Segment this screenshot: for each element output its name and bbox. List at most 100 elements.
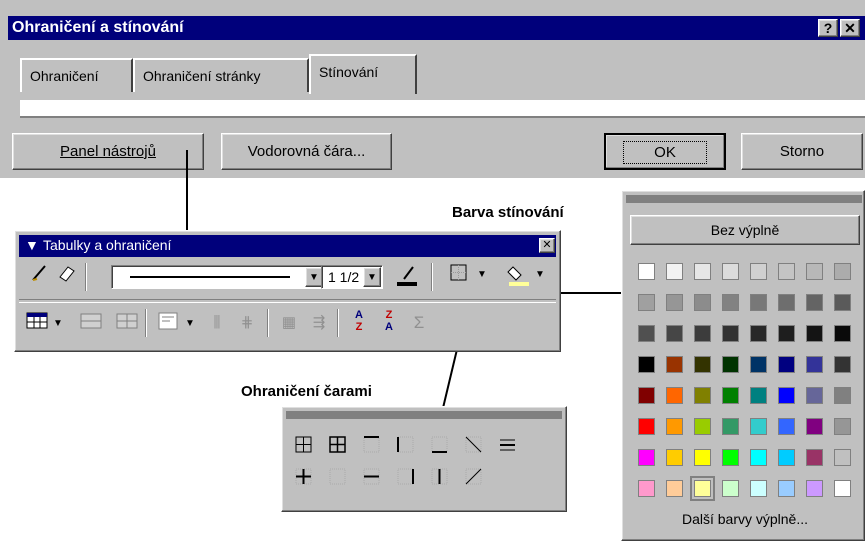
color-swatch[interactable] — [722, 263, 739, 280]
color-swatch[interactable] — [750, 325, 767, 342]
color-swatch[interactable] — [834, 387, 851, 404]
color-swatch[interactable] — [834, 356, 851, 373]
eraser-icon[interactable] — [55, 263, 79, 287]
horizontal-line-icon[interactable] — [498, 435, 518, 455]
no-fill-button[interactable]: Bez výplně — [630, 215, 860, 245]
color-swatch[interactable] — [694, 449, 711, 466]
inside-horizontal-icon[interactable] — [294, 467, 314, 487]
color-swatch[interactable] — [638, 294, 655, 311]
color-swatch[interactable] — [778, 325, 795, 342]
inside-border-icon[interactable] — [294, 435, 314, 455]
color-swatch[interactable] — [806, 449, 823, 466]
color-swatch[interactable] — [694, 325, 711, 342]
left-border-icon[interactable] — [396, 435, 416, 455]
color-swatch[interactable] — [638, 449, 655, 466]
palette-drag-handle[interactable] — [626, 195, 862, 203]
pencil-icon[interactable] — [27, 263, 51, 287]
chevron-down-icon[interactable]: ▼ — [535, 269, 545, 280]
color-swatch[interactable] — [638, 263, 655, 280]
distribute-columns-icon[interactable]: ⋕ — [235, 311, 259, 335]
color-swatch[interactable] — [722, 356, 739, 373]
color-swatch[interactable] — [638, 480, 655, 497]
autosum-icon[interactable]: Σ — [407, 311, 431, 335]
more-colors-button[interactable]: Další barvy výplně... — [630, 511, 860, 527]
color-swatch[interactable] — [750, 418, 767, 435]
insert-table-icon[interactable] — [25, 311, 49, 335]
chevron-down-icon[interactable]: ▼ — [477, 269, 487, 280]
color-swatch[interactable] — [834, 449, 851, 466]
color-swatch[interactable] — [666, 263, 683, 280]
sort-ascending-icon[interactable]: AZ — [347, 309, 371, 333]
color-swatch[interactable] — [806, 263, 823, 280]
color-swatch[interactable] — [694, 294, 711, 311]
color-swatch[interactable] — [722, 294, 739, 311]
color-swatch[interactable] — [666, 356, 683, 373]
distribute-rows-icon[interactable]: ⫼ — [205, 311, 229, 335]
inside-vertical-icon[interactable] — [328, 467, 348, 487]
color-swatch[interactable] — [834, 325, 851, 342]
color-swatch[interactable] — [690, 476, 715, 501]
color-swatch[interactable] — [722, 418, 739, 435]
color-swatch[interactable] — [750, 449, 767, 466]
color-swatch[interactable] — [778, 449, 795, 466]
color-swatch[interactable] — [666, 418, 683, 435]
color-swatch[interactable] — [638, 356, 655, 373]
toolbar-close-button[interactable]: ✕ — [539, 238, 555, 253]
color-swatch[interactable] — [694, 356, 711, 373]
palette-drag-handle[interactable] — [286, 411, 562, 419]
color-swatch[interactable] — [750, 387, 767, 404]
color-swatch[interactable] — [778, 480, 795, 497]
text-direction-icon[interactable]: ⇶ — [307, 311, 331, 335]
toolbar-menu-icon[interactable]: ▼ — [25, 237, 39, 253]
line-style-dropdown[interactable]: ▼ — [111, 265, 325, 289]
color-swatch[interactable] — [666, 325, 683, 342]
right-border-icon[interactable] — [396, 467, 416, 487]
diagonal-down-icon[interactable] — [464, 435, 484, 455]
color-swatch[interactable] — [834, 294, 851, 311]
color-swatch[interactable] — [806, 480, 823, 497]
outside-bottom-icon[interactable] — [362, 467, 382, 487]
color-swatch[interactable] — [806, 294, 823, 311]
color-swatch[interactable] — [778, 387, 795, 404]
border-color-icon[interactable] — [395, 263, 419, 287]
color-swatch[interactable] — [666, 294, 683, 311]
align-icon[interactable] — [157, 311, 181, 335]
color-swatch[interactable] — [722, 387, 739, 404]
color-swatch[interactable] — [694, 263, 711, 280]
toolbar-title-bar[interactable]: ▼ Tabulky a ohraničení ✕ — [19, 235, 556, 257]
shading-color-icon[interactable] — [507, 263, 531, 287]
color-swatch[interactable] — [834, 263, 851, 280]
color-swatch[interactable] — [834, 480, 851, 497]
color-swatch[interactable] — [778, 263, 795, 280]
color-swatch[interactable] — [750, 356, 767, 373]
split-cells-icon[interactable] — [115, 311, 139, 335]
color-swatch[interactable] — [778, 294, 795, 311]
color-swatch[interactable] — [638, 418, 655, 435]
color-swatch[interactable] — [666, 449, 683, 466]
top-border-icon[interactable] — [362, 435, 382, 455]
color-swatch[interactable] — [722, 449, 739, 466]
color-swatch[interactable] — [722, 325, 739, 342]
bottom-border-icon[interactable] — [430, 435, 450, 455]
color-swatch[interactable] — [806, 387, 823, 404]
merge-cells-icon[interactable] — [79, 311, 103, 335]
color-swatch[interactable] — [806, 418, 823, 435]
color-swatch[interactable] — [750, 263, 767, 280]
color-swatch[interactable] — [750, 480, 767, 497]
color-swatch[interactable] — [638, 387, 655, 404]
color-swatch[interactable] — [778, 418, 795, 435]
color-swatch[interactable] — [750, 294, 767, 311]
line-weight-dropdown[interactable]: 1 1/2 ▼ — [321, 265, 383, 289]
chevron-down-icon[interactable]: ▼ — [185, 318, 195, 329]
color-swatch[interactable] — [806, 325, 823, 342]
color-swatch[interactable] — [666, 480, 683, 497]
color-swatch[interactable] — [806, 356, 823, 373]
color-swatch[interactable] — [834, 418, 851, 435]
chevron-down-icon[interactable]: ▼ — [53, 318, 63, 329]
color-swatch[interactable] — [778, 356, 795, 373]
color-swatch[interactable] — [694, 387, 711, 404]
outside-border-icon[interactable] — [447, 263, 471, 287]
all-borders-icon[interactable] — [328, 435, 348, 455]
color-swatch[interactable] — [666, 387, 683, 404]
color-swatch[interactable] — [638, 325, 655, 342]
